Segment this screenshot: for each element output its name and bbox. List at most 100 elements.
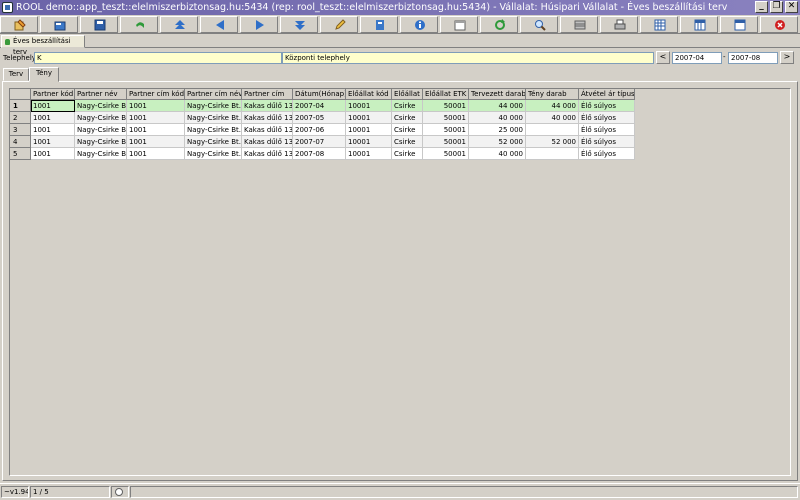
grid-cell[interactable]: Kakas dűlő 13.: [242, 136, 293, 148]
column-header[interactable]: Átvétel ár típus: [579, 89, 635, 100]
column-header[interactable]: Partner cím: [242, 89, 293, 100]
grid-cell[interactable]: 50001: [423, 136, 469, 148]
grid-cell[interactable]: 25 000: [469, 124, 526, 136]
row-number[interactable]: 1: [10, 100, 31, 112]
grid-cell[interactable]: 1001: [127, 124, 185, 136]
calendar-button[interactable]: [440, 16, 478, 33]
last-record-button[interactable]: [280, 16, 318, 33]
grid-cell[interactable]: Élő súlyos: [579, 100, 635, 112]
filter-button[interactable]: [560, 16, 598, 33]
grid-cell[interactable]: Nagy-Csirke Bt.: [75, 112, 127, 124]
grid-cell[interactable]: 2007-05: [293, 112, 346, 124]
grid-cell[interactable]: [526, 124, 579, 136]
edit-button[interactable]: [0, 16, 38, 33]
period-prev-button[interactable]: <: [656, 51, 670, 64]
print-button[interactable]: [600, 16, 638, 33]
modify-button[interactable]: [320, 16, 358, 33]
grid-cell[interactable]: Csirke: [392, 148, 423, 160]
period-next-button[interactable]: >: [780, 51, 794, 64]
window-button[interactable]: [720, 16, 758, 33]
row-number[interactable]: 2: [10, 112, 31, 124]
columns-button[interactable]: [680, 16, 718, 33]
export-button[interactable]: [360, 16, 398, 33]
grid-cell[interactable]: 2007-06: [293, 124, 346, 136]
grid-cell[interactable]: Élő súlyos: [579, 112, 635, 124]
grid-cell[interactable]: 50001: [423, 148, 469, 160]
first-record-button[interactable]: [160, 16, 198, 33]
column-header[interactable]: Előállat ETK: [423, 89, 469, 100]
grid-cell[interactable]: 2007-04: [293, 100, 346, 112]
grid-cell[interactable]: 2007-08: [293, 148, 346, 160]
open-button[interactable]: [40, 16, 78, 33]
grid-cell[interactable]: 40 000: [526, 112, 579, 124]
grid-cell[interactable]: 50001: [423, 112, 469, 124]
next-record-button[interactable]: [240, 16, 278, 33]
grid-cell[interactable]: Nagy-Csirke Bt.: [75, 148, 127, 160]
refresh-button[interactable]: [480, 16, 518, 33]
grid-cell[interactable]: 1001: [127, 136, 185, 148]
grid-cell[interactable]: Nagy-Csirke Bt.: [185, 148, 242, 160]
search-button[interactable]: [520, 16, 558, 33]
tab-annual-plan[interactable]: Éves beszállítási terv: [1, 35, 85, 56]
grid-cell[interactable]: Nagy-Csirke Bt.: [185, 136, 242, 148]
telephely-name-field[interactable]: Központi telephely: [282, 52, 654, 64]
grid-cell[interactable]: [526, 148, 579, 160]
column-header[interactable]: Dátum(Hónap): [293, 89, 346, 100]
grid-cell[interactable]: Élő súlyos: [579, 136, 635, 148]
grid-cell[interactable]: Nagy-Csirke Bt.: [75, 100, 127, 112]
grid-cell[interactable]: 1001: [31, 124, 75, 136]
grid-cell[interactable]: 52 000: [469, 136, 526, 148]
tab-teny[interactable]: Tény: [29, 67, 59, 82]
column-header[interactable]: Partner cím kód: [127, 89, 185, 100]
info-button[interactable]: [400, 16, 438, 33]
date-from-field[interactable]: 2007-04: [672, 52, 722, 64]
grid-cell[interactable]: Nagy-Csirke Bt.: [185, 112, 242, 124]
grid-cell[interactable]: 10001: [346, 100, 392, 112]
column-header[interactable]: Partner kód: [31, 89, 75, 100]
grid-cell[interactable]: Kakas dűlő 13.: [242, 148, 293, 160]
grid-cell[interactable]: Nagy-Csirke Bt.: [185, 100, 242, 112]
row-number[interactable]: 5: [10, 148, 31, 160]
grid-button[interactable]: [640, 16, 678, 33]
row-number[interactable]: 4: [10, 136, 31, 148]
grid-cell[interactable]: 1001: [127, 112, 185, 124]
grid-cell[interactable]: Csirke: [392, 112, 423, 124]
grid-cell[interactable]: 2007-07: [293, 136, 346, 148]
grid-cell[interactable]: 44 000: [469, 100, 526, 112]
column-header[interactable]: Előállat: [392, 89, 423, 100]
grid-cell[interactable]: 1001: [127, 100, 185, 112]
column-header[interactable]: Előállat kód: [346, 89, 392, 100]
row-number[interactable]: 3: [10, 124, 31, 136]
grid-cell[interactable]: 1001: [31, 148, 75, 160]
grid-cell[interactable]: Nagy-Csirke Bt.: [75, 136, 127, 148]
grid-cell[interactable]: Csirke: [392, 100, 423, 112]
grid-cell[interactable]: 1001: [31, 100, 75, 112]
telephely-code-field[interactable]: K: [34, 52, 282, 64]
data-grid[interactable]: Partner kód Partner név Partner cím kód Par…: [9, 88, 791, 476]
close-button[interactable]: ✕: [785, 1, 798, 13]
grid-cell[interactable]: 10001: [346, 148, 392, 160]
grid-cell[interactable]: 50001: [423, 124, 469, 136]
grid-cell[interactable]: 40 000: [469, 112, 526, 124]
grid-cell[interactable]: 10001: [346, 112, 392, 124]
grid-cell[interactable]: 40 000: [469, 148, 526, 160]
minimize-button[interactable]: _: [755, 1, 768, 13]
grid-cell[interactable]: 1001: [31, 136, 75, 148]
prev-record-button[interactable]: [200, 16, 238, 33]
grid-cell[interactable]: Nagy-Csirke Bt.: [185, 124, 242, 136]
column-header[interactable]: Partner név: [75, 89, 127, 100]
grid-cell[interactable]: 10001: [346, 124, 392, 136]
grid-cell[interactable]: Csirke: [392, 136, 423, 148]
grid-cell[interactable]: Kakas dűlő 13.: [242, 124, 293, 136]
grid-cell[interactable]: 1001: [31, 112, 75, 124]
column-header[interactable]: Tervezett darab: [469, 89, 526, 100]
grid-cell[interactable]: 50001: [423, 100, 469, 112]
grid-cell[interactable]: Kakas dűlő 13.: [242, 100, 293, 112]
grid-cell[interactable]: 52 000: [526, 136, 579, 148]
grid-cell[interactable]: Élő súlyos: [579, 148, 635, 160]
grid-cell[interactable]: 10001: [346, 136, 392, 148]
grid-cell[interactable]: 44 000: [526, 100, 579, 112]
column-header[interactable]: Partner cím név: [185, 89, 242, 100]
tab-terv[interactable]: Terv: [3, 68, 29, 81]
undo-button[interactable]: [120, 16, 158, 33]
